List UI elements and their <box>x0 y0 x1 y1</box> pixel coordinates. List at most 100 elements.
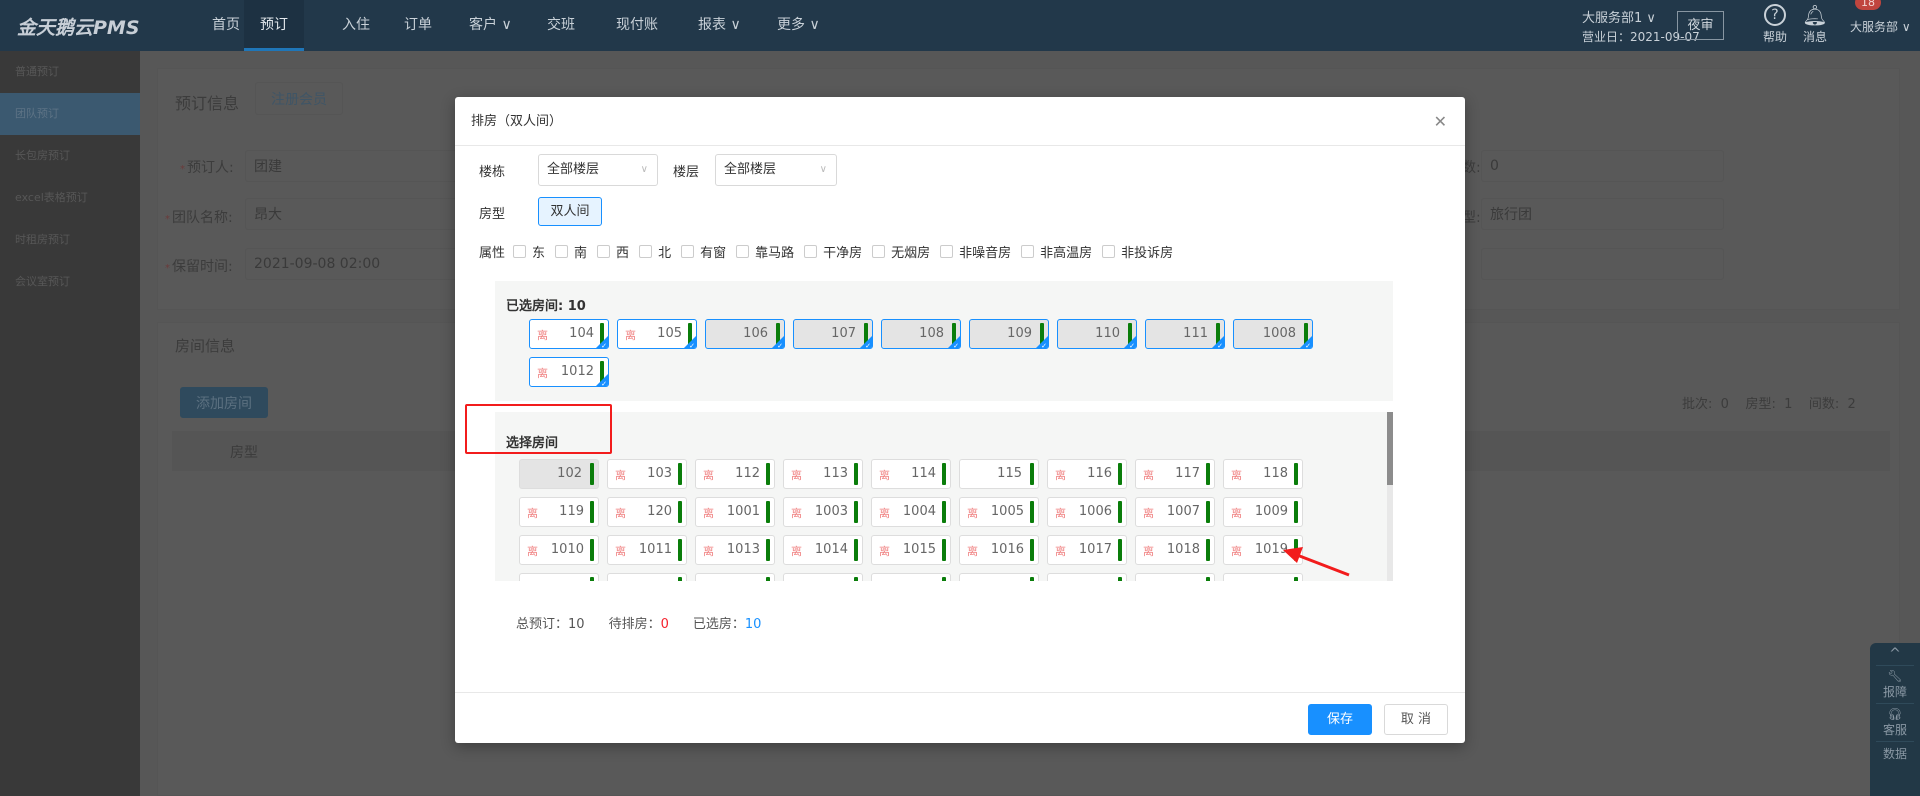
messages-button[interactable]: 🔔︎ 消息 <box>1800 4 1830 45</box>
room-tile[interactable]: 离 103 <box>607 459 687 489</box>
room-stats: 批次: 0 房型: 1 间数: 2 <box>1682 397 1856 412</box>
sidebar-item-hourly[interactable]: 时租房预订 <box>0 219 140 261</box>
data-button[interactable]: 数据 <box>1876 742 1914 765</box>
selected-room-tile[interactable]: 108 ✓ <box>881 319 961 349</box>
selected-room-tile[interactable]: 离 1012 ✓ <box>529 357 609 387</box>
attribute-checkbox[interactable]: 北 <box>639 242 671 261</box>
room-tile[interactable]: 离 1013 <box>695 535 775 565</box>
room-type-chip[interactable]: 双人间 <box>538 197 602 226</box>
group-name-label: * 团队名称: <box>165 210 233 226</box>
room-tile[interactable] <box>871 573 951 581</box>
room-tile[interactable]: 离 1014 <box>783 535 863 565</box>
room-tile[interactable] <box>607 573 687 581</box>
save-button[interactable]: 保存 <box>1308 704 1372 735</box>
scrollbar[interactable] <box>1387 412 1393 581</box>
room-tile[interactable]: 离 1010 <box>519 535 599 565</box>
room-tile[interactable]: 102 <box>519 459 599 489</box>
floor-select[interactable]: 全部楼层 ∨ <box>715 154 837 186</box>
room-tile[interactable]: 离 118 <box>1223 459 1303 489</box>
group-name-input[interactable]: 昂大 <box>245 198 485 230</box>
attribute-checkbox[interactable]: 靠马路 <box>736 242 794 261</box>
group-type-select[interactable]: 旅行团 <box>1481 198 1724 230</box>
remarks-textarea[interactable] <box>1481 248 1724 280</box>
room-tile[interactable]: 离 1006 <box>1047 497 1127 527</box>
hold-time-input[interactable]: 2021-09-08 02:00 <box>245 248 485 280</box>
room-tile[interactable]: 离 114 <box>871 459 951 489</box>
room-tile[interactable]: 离 1016 <box>959 535 1039 565</box>
attribute-checkbox[interactable]: 干净房 <box>804 242 862 261</box>
room-tile[interactable]: 离 112 <box>695 459 775 489</box>
selected-room-tile[interactable]: 离 104 ✓ <box>529 319 609 349</box>
attribute-checkbox[interactable]: 东 <box>513 242 545 261</box>
room-tile[interactable]: 离 1009 <box>1223 497 1303 527</box>
add-room-button[interactable]: 添加房间 <box>180 387 268 418</box>
room-tile[interactable]: 离 119 <box>519 497 599 527</box>
nav-shift[interactable]: 交班 <box>531 0 591 51</box>
checkbox-icon <box>736 245 750 258</box>
room-tile[interactable] <box>783 573 863 581</box>
room-tile[interactable]: 离 1005 <box>959 497 1039 527</box>
customer-service-button[interactable]: 🎧︎ 客服 <box>1876 704 1914 742</box>
report-issue-button[interactable]: 🔧︎ 报障 <box>1876 666 1914 704</box>
department-select[interactable]: 大服务部1 ∨ <box>1582 7 1656 26</box>
sidebar-item-normal-booking[interactable]: 普通预订 <box>0 51 140 93</box>
selected-room-tile[interactable]: 106 ✓ <box>705 319 785 349</box>
sidebar-item-long-stay[interactable]: 长包房预订 <box>0 135 140 177</box>
scroll-top-button[interactable]: ^ <box>1876 643 1914 666</box>
attribute-checkbox[interactable]: 非高温房 <box>1021 242 1092 261</box>
nav-more[interactable]: 更多 ∨ <box>761 0 836 51</box>
right-input-1[interactable]: 0 <box>1481 150 1724 182</box>
attribute-label: 东 <box>532 246 546 261</box>
room-tile[interactable]: 离 1004 <box>871 497 951 527</box>
selected-room-tile[interactable]: 离 105 ✓ <box>617 319 697 349</box>
selected-room-tile[interactable]: 111 ✓ <box>1145 319 1225 349</box>
room-tile[interactable]: 离 1011 <box>607 535 687 565</box>
room-tile[interactable]: 离 113 <box>783 459 863 489</box>
attribute-checkbox[interactable]: 非噪音房 <box>940 242 1011 261</box>
selected-room-tile[interactable]: 110 ✓ <box>1057 319 1137 349</box>
building-select[interactable]: 全部楼层 ∨ <box>538 154 658 186</box>
nav-customers[interactable]: 客户 ∨ <box>453 0 528 51</box>
room-tile[interactable]: 离 1018 <box>1135 535 1215 565</box>
room-status-bar <box>1030 577 1034 581</box>
nav-cash-account[interactable]: 现付账 <box>600 0 674 51</box>
nav-reports[interactable]: 报表 ∨ <box>682 0 757 51</box>
room-tile[interactable] <box>519 573 599 581</box>
user-menu[interactable]: 大服务部 ∨ <box>1850 18 1911 35</box>
nav-checkin[interactable]: 入住 <box>326 0 386 51</box>
room-number: 1018 <box>1166 542 1200 557</box>
sidebar-item-excel-booking[interactable]: excel表格预订 <box>0 177 140 219</box>
nav-orders[interactable]: 订单 <box>388 0 448 51</box>
room-tile[interactable] <box>695 573 775 581</box>
room-tile[interactable]: 115 <box>959 459 1039 489</box>
room-tile[interactable]: 离 1003 <box>783 497 863 527</box>
nav-booking[interactable]: 预订 <box>244 0 304 51</box>
room-tile[interactable]: 离 1017 <box>1047 535 1127 565</box>
room-tile[interactable]: 离 117 <box>1135 459 1215 489</box>
room-tile[interactable] <box>959 573 1039 581</box>
register-member-button[interactable]: 注册会员 <box>255 82 343 115</box>
help-button[interactable]: ? 帮助 <box>1760 4 1790 45</box>
cancel-button[interactable]: 取 消 <box>1384 704 1448 735</box>
attribute-checkbox[interactable]: 非投诉房 <box>1102 242 1173 261</box>
attribute-checkbox[interactable]: 南 <box>555 242 587 261</box>
selected-rooms-panel: 已选房间: 10 离 104 ✓ 离 105 ✓ 106 ✓ 107 ✓ 108 ✓ 109 ✓ 110 ✓ 1… <box>495 281 1393 401</box>
room-tile[interactable]: 离 120 <box>607 497 687 527</box>
room-tile[interactable]: 离 1015 <box>871 535 951 565</box>
room-tile[interactable]: 离 1001 <box>695 497 775 527</box>
room-tile[interactable]: 离 116 <box>1047 459 1127 489</box>
room-tile[interactable] <box>1047 573 1127 581</box>
attribute-checkbox[interactable]: 无烟房 <box>872 242 930 261</box>
selected-room-tile[interactable]: 109 ✓ <box>969 319 1049 349</box>
sidebar-item-meeting-room[interactable]: 会议室预订 <box>0 261 140 303</box>
room-tile[interactable]: 离 1007 <box>1135 497 1215 527</box>
attribute-checkbox[interactable]: 有窗 <box>681 242 726 261</box>
selected-room-tile[interactable]: 1008 ✓ <box>1233 319 1313 349</box>
sidebar-item-group-booking[interactable]: 团队预订 <box>0 93 140 135</box>
night-audit-button[interactable]: 夜审 <box>1677 11 1724 40</box>
selected-room-tile[interactable]: 107 ✓ <box>793 319 873 349</box>
attribute-checkbox[interactable]: 西 <box>597 242 629 261</box>
booker-input[interactable]: 团建 <box>245 150 485 182</box>
close-icon[interactable]: ✕ <box>1434 97 1447 146</box>
room-tile[interactable] <box>1135 573 1215 581</box>
